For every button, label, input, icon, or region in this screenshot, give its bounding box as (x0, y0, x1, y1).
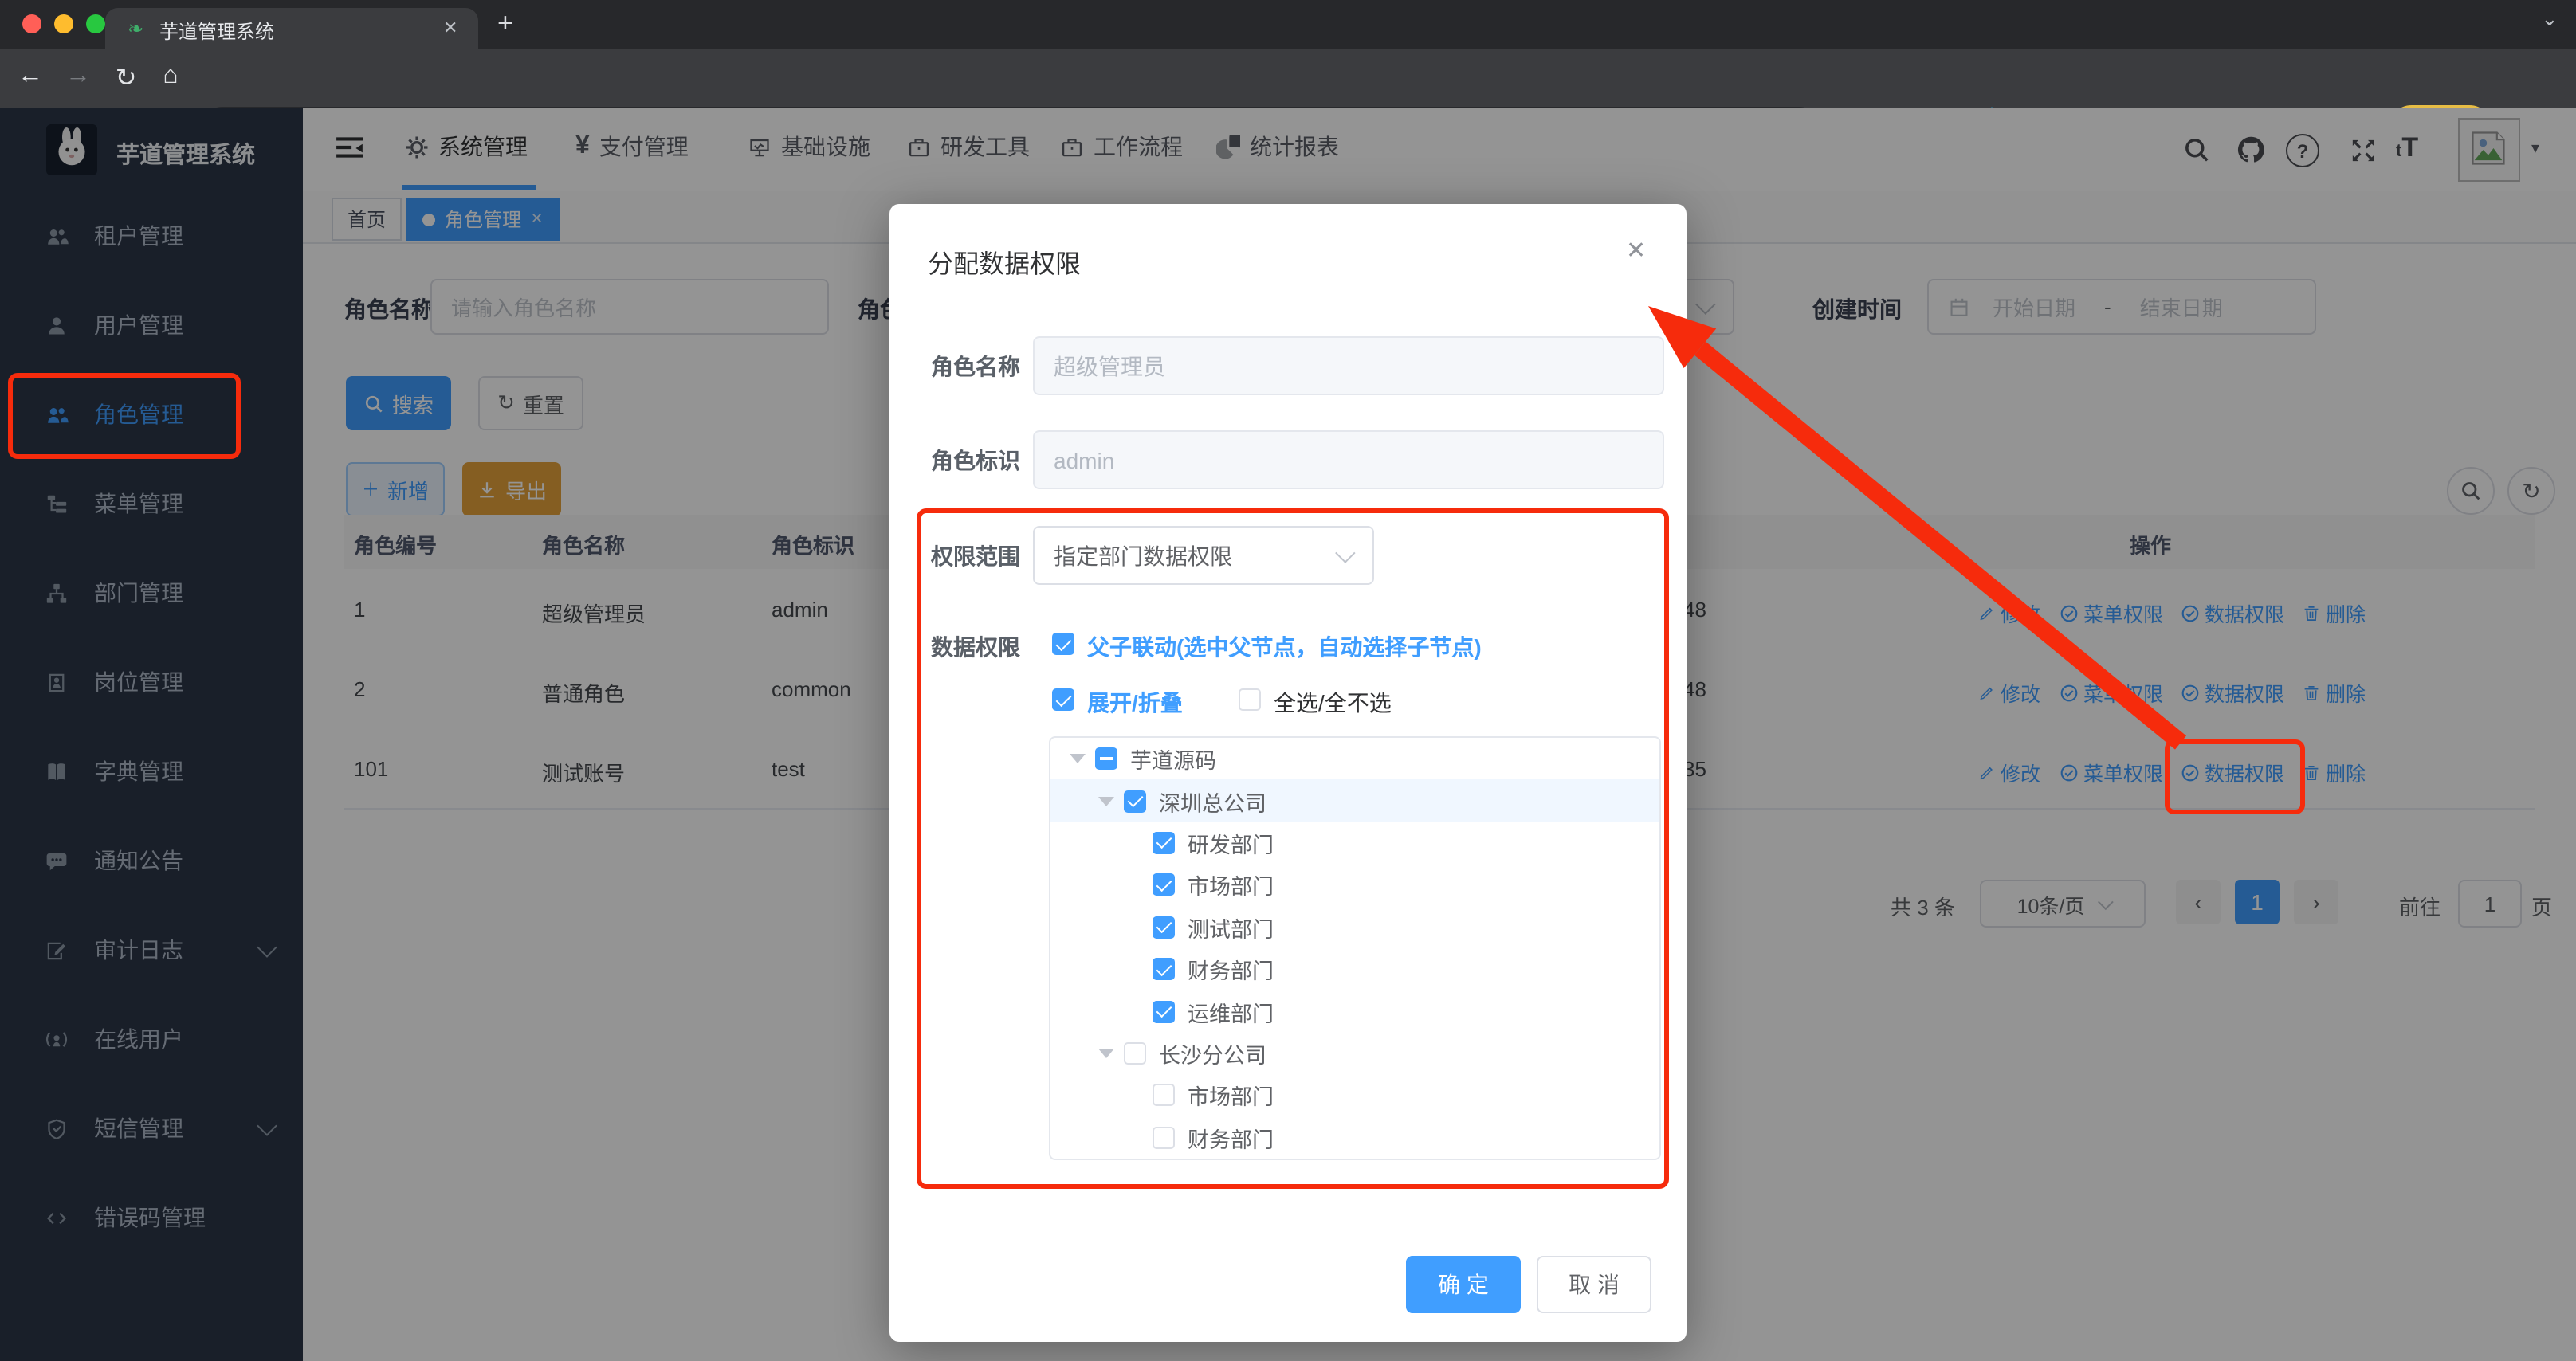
check-all-label[interactable]: 全选/全不选 (1274, 687, 1392, 719)
back-button[interactable]: ← (13, 62, 48, 91)
cancel-button[interactable]: 取 消 (1537, 1256, 1651, 1313)
tree-node-root[interactable]: 芋道源码 (1050, 738, 1659, 780)
role-key-label: 角色标识 (931, 448, 1020, 473)
tree-node-dept[interactable]: 财务部门 (1050, 948, 1659, 990)
check-all-checkbox[interactable] (1239, 688, 1261, 711)
linkage-checkbox[interactable] (1052, 633, 1074, 655)
tab-close-icon[interactable]: ✕ (443, 18, 457, 38)
tree-checkbox-checked[interactable] (1153, 1000, 1175, 1023)
reload-button[interactable]: ↻ (108, 62, 143, 94)
tree-checkbox-unchecked[interactable] (1153, 1084, 1175, 1107)
tab-search-caret-icon[interactable]: ⌄ (2541, 6, 2558, 32)
caret-down-icon[interactable] (1098, 796, 1114, 806)
role-key-disabled-input: admin (1033, 430, 1664, 489)
expand-collapse-checkbox[interactable] (1052, 688, 1074, 711)
tree-node-dept[interactable]: 市场部门 (1050, 864, 1659, 906)
home-button[interactable]: ⌂ (153, 62, 188, 91)
window-close-button[interactable] (22, 14, 41, 33)
tree-checkbox-unchecked[interactable] (1153, 1126, 1175, 1149)
tree-checkbox-checked[interactable] (1153, 831, 1175, 854)
tree-node-company[interactable]: 长沙分公司 (1050, 1032, 1659, 1074)
browser-toolbar: ← → ↻ ⌂ ⚠ 不安全 | dashboard.yudao.iocoder.… (0, 49, 2576, 158)
window-zoom-button[interactable] (86, 14, 105, 33)
role-name-label: 角色名称 (931, 354, 1020, 379)
expand-collapse-label[interactable]: 展开/折叠 (1087, 687, 1183, 719)
tree-checkbox-checked[interactable] (1153, 873, 1175, 896)
new-tab-button[interactable]: + (497, 8, 513, 40)
caret-down-icon[interactable] (1098, 1048, 1114, 1058)
caret-down-icon[interactable] (1070, 754, 1086, 764)
scope-select[interactable]: 指定部门数据权限 (1033, 526, 1374, 585)
browser-tab-strip: ❧ 芋道管理系统 ✕ + ⌄ (0, 0, 2576, 49)
tree-checkbox-checked[interactable] (1153, 916, 1175, 939)
assign-data-permission-dialog: 分配数据权限 ✕ 角色名称 超级管理员 角色标识 admin 权限范围 指定部门… (889, 204, 1687, 1342)
scope-label: 权限范围 (931, 543, 1020, 569)
tree-node-dept[interactable]: 测试部门 (1050, 906, 1659, 948)
tree-checkbox-checked[interactable] (1124, 790, 1146, 813)
forward-button[interactable]: → (61, 62, 96, 91)
tree-node-dept[interactable]: 财务部门 (1050, 1116, 1659, 1159)
tree-checkbox-checked[interactable] (1153, 958, 1175, 981)
dialog-title: 分配数据权限 (928, 252, 1082, 279)
tree-node-dept[interactable]: 运维部门 (1050, 990, 1659, 1033)
tree-checkbox-unchecked[interactable] (1124, 1041, 1146, 1065)
browser-tab[interactable]: ❧ 芋道管理系统 ✕ (105, 8, 478, 49)
tree-node-dept[interactable]: 研发部门 (1050, 822, 1659, 865)
screen: ❧ 芋道管理系统 ✕ + ⌄ ← → ↻ ⌂ ⚠ 不安全 | dashboard… (0, 0, 2576, 1361)
tree-node-dept[interactable]: 市场部门 (1050, 1074, 1659, 1116)
tree-checkbox-indeterminate[interactable] (1095, 747, 1117, 771)
data-perm-label: 数据权限 (931, 634, 1020, 660)
confirm-button[interactable]: 确 定 (1406, 1256, 1521, 1313)
chevron-down-icon (1335, 543, 1356, 563)
dialog-close-icon[interactable]: ✕ (1626, 236, 1646, 265)
tree-node-company[interactable]: 深圳总公司 (1050, 779, 1659, 822)
favicon-plant-icon: ❧ (128, 18, 144, 40)
tab-title: 芋道管理系统 (159, 21, 275, 43)
window-minimize-button[interactable] (54, 14, 73, 33)
dept-tree: 芋道源码 深圳总公司 研发部门 市场部门 测试部门 财务部门 运维部门 长沙分公… (1049, 736, 1661, 1160)
linkage-label[interactable]: 父子联动(选中父节点，自动选择子节点) (1087, 631, 1482, 663)
role-name-disabled-input: 超级管理员 (1033, 336, 1664, 395)
